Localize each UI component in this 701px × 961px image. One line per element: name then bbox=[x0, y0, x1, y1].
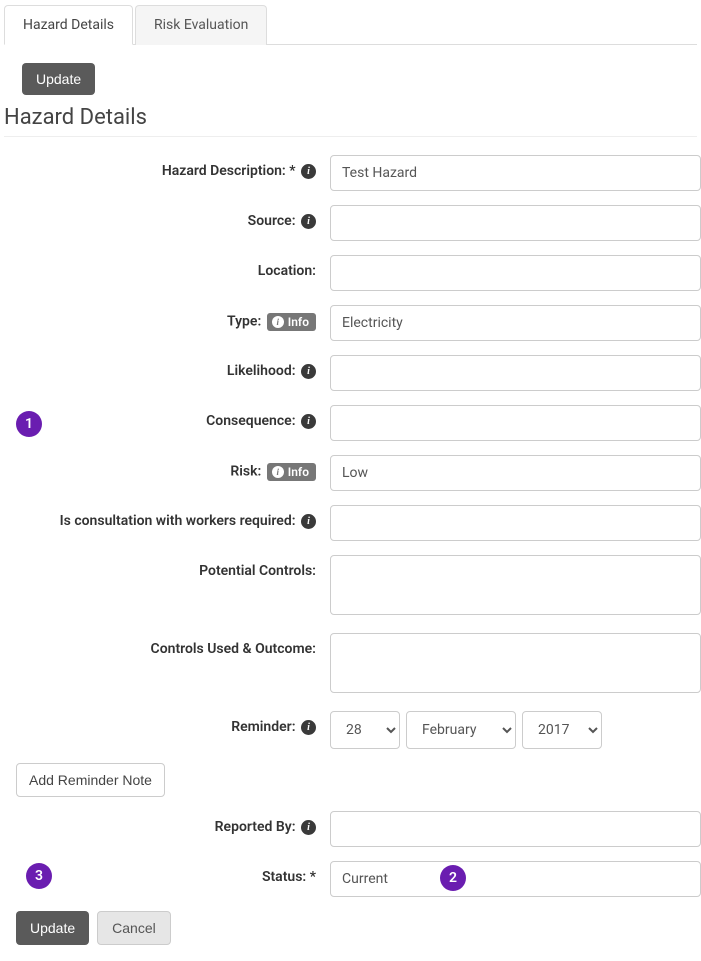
hazard-form: Hazard Description: * i Source: i Locati… bbox=[0, 155, 701, 945]
label-likelihood: Likelihood: i bbox=[0, 355, 330, 379]
label-reported-by: Reported By: i bbox=[0, 811, 330, 835]
label-consultation: Is consultation with workers required: i bbox=[0, 505, 330, 529]
tab-risk-evaluation[interactable]: Risk Evaluation bbox=[135, 5, 267, 45]
button-label: Update bbox=[30, 920, 75, 936]
type-input[interactable] bbox=[330, 305, 701, 341]
status-input[interactable] bbox=[330, 861, 701, 897]
info-icon[interactable]: i bbox=[301, 364, 316, 379]
tab-bar: Hazard Details Risk Evaluation bbox=[4, 4, 697, 45]
location-input[interactable] bbox=[330, 255, 701, 291]
update-button-top[interactable]: Update bbox=[22, 63, 95, 95]
page-title: Hazard Details bbox=[4, 105, 697, 137]
tab-label: Risk Evaluation bbox=[154, 17, 248, 33]
potential-controls-textarea[interactable] bbox=[330, 555, 701, 615]
label-source: Source: i bbox=[0, 205, 330, 229]
cancel-button[interactable]: Cancel bbox=[97, 911, 171, 945]
annotation-1: 1 bbox=[16, 411, 42, 437]
reminder-year-select[interactable]: 2017 bbox=[522, 711, 602, 749]
tab-label: Hazard Details bbox=[23, 17, 114, 33]
tab-hazard-details[interactable]: Hazard Details bbox=[4, 5, 133, 45]
label-type: Type: iInfo bbox=[0, 305, 330, 331]
source-input[interactable] bbox=[330, 205, 701, 241]
label-risk: Risk: iInfo bbox=[0, 455, 330, 481]
consequence-input[interactable] bbox=[330, 405, 701, 441]
label-controls-used: Controls Used & Outcome: bbox=[0, 633, 330, 657]
info-icon[interactable]: i bbox=[301, 720, 316, 735]
annotation-2: 2 bbox=[440, 865, 466, 891]
info-icon[interactable]: i bbox=[301, 820, 316, 835]
consultation-input[interactable] bbox=[330, 505, 701, 541]
likelihood-input[interactable] bbox=[330, 355, 701, 391]
controls-used-textarea[interactable] bbox=[330, 633, 701, 693]
info-icon: i bbox=[272, 316, 284, 328]
reminder-date-group: 28 February 2017 bbox=[330, 711, 701, 749]
risk-input[interactable] bbox=[330, 455, 701, 491]
info-icon: i bbox=[272, 466, 284, 478]
label-potential-controls: Potential Controls: bbox=[0, 555, 330, 579]
info-badge-type[interactable]: iInfo bbox=[267, 313, 316, 331]
label-reminder: Reminder: i bbox=[0, 711, 330, 735]
annotation-3: 3 bbox=[26, 863, 52, 889]
info-icon[interactable]: i bbox=[301, 414, 316, 429]
add-reminder-note-button[interactable]: Add Reminder Note bbox=[16, 763, 165, 797]
reminder-day-select[interactable]: 28 bbox=[330, 711, 400, 749]
button-label: Update bbox=[36, 71, 81, 87]
label-hazard-description: Hazard Description: * i bbox=[0, 155, 330, 179]
info-badge-risk[interactable]: iInfo bbox=[267, 463, 316, 481]
info-icon[interactable]: i bbox=[301, 164, 316, 179]
reported-by-input[interactable] bbox=[330, 811, 701, 847]
update-button-bottom[interactable]: Update bbox=[16, 911, 89, 945]
label-location: Location: bbox=[0, 255, 330, 279]
info-icon[interactable]: i bbox=[301, 214, 316, 229]
button-label: Add Reminder Note bbox=[29, 772, 152, 788]
button-label: Cancel bbox=[112, 920, 156, 936]
info-icon[interactable]: i bbox=[301, 514, 316, 529]
label-consequence: Consequence: i bbox=[0, 405, 330, 429]
reminder-month-select[interactable]: February bbox=[406, 711, 516, 749]
hazard-description-input[interactable] bbox=[330, 155, 701, 191]
